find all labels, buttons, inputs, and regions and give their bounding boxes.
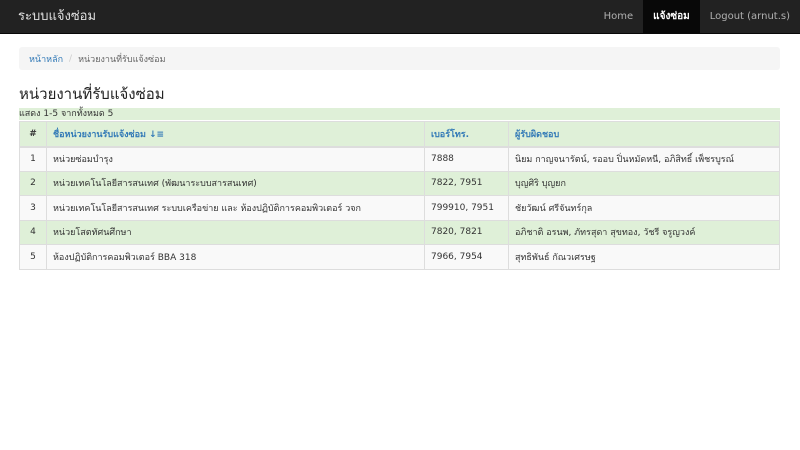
result-summary: แสดง 1-5 จากทั้งหมด 5: [19, 108, 780, 120]
department-phone: 7966, 7954: [424, 244, 509, 270]
column-header-responsible[interactable]: ผู้รับผิดชอบ: [508, 121, 780, 148]
table-row: 3 หน่วยเทคโนโลยีสารสนเทศ ระบบเครือข่าย แ…: [19, 195, 780, 221]
department-name: หน่วยเทคโนโลยีสารสนเทศ (พัฒนาระบบสารสนเท…: [46, 170, 425, 196]
sort-by-name-link[interactable]: ชื่อหน่วยงานรับแจ้งซ่อม ↓≡: [53, 130, 164, 140]
department-responsible: นิยม กาญจนารัตน์, รออบ ปิ่นหมัดหนี, อภิส…: [508, 146, 780, 172]
breadcrumb-home-link[interactable]: หน้าหลัก: [29, 52, 63, 66]
column-header-phone[interactable]: เบอร์โทร.: [424, 121, 509, 148]
department-phone: 7820, 7821: [424, 219, 509, 245]
department-phone: 799910, 7951: [424, 195, 509, 221]
breadcrumb-separator: /: [69, 53, 73, 64]
row-number: 3: [19, 195, 47, 221]
department-name: หน่วยโสตทัศนศึกษา: [46, 219, 425, 245]
nav-home[interactable]: Home: [594, 0, 644, 34]
top-navbar: ระบบแจ้งซ่อม Home แจ้งซ่อม Logout (arnut…: [0, 0, 800, 34]
brand-link[interactable]: ระบบแจ้งซ่อม: [18, 0, 96, 34]
nav-repair-request[interactable]: แจ้งซ่อม: [643, 0, 700, 34]
column-header-number: #: [19, 121, 47, 148]
department-name: หน่วยซ่อมบำรุง: [46, 146, 425, 172]
department-name: หน่วยเทคโนโลยีสารสนเทศ ระบบเครือข่าย และ…: [46, 195, 425, 221]
breadcrumb-current: หน่วยงานที่รับแจ้งซ่อม: [78, 54, 166, 65]
column-header-name-label: ชื่อหน่วยงานรับแจ้งซ่อม: [53, 129, 146, 140]
table-row: 1 หน่วยซ่อมบำรุง 7888 นิยม กาญจนารัตน์, …: [19, 146, 780, 172]
table-header-row: # ชื่อหน่วยงานรับแจ้งซ่อม ↓≡ เบอร์โทร. ผู…: [19, 121, 780, 148]
department-phone: 7822, 7951: [424, 170, 509, 196]
sort-alpha-icon: ↓≡: [149, 129, 165, 140]
row-number: 2: [19, 170, 47, 196]
departments-table: # ชื่อหน่วยงานรับแจ้งซ่อม ↓≡ เบอร์โทร. ผู…: [19, 121, 780, 270]
navbar-menu: Home แจ้งซ่อม Logout (arnut.s): [594, 0, 800, 34]
sort-by-phone-link[interactable]: เบอร์โทร.: [431, 130, 469, 140]
row-number: 1: [19, 146, 47, 172]
sort-by-responsible-link[interactable]: ผู้รับผิดชอบ: [515, 130, 559, 140]
nav-logout[interactable]: Logout (arnut.s): [700, 0, 800, 34]
department-responsible: อภิชาติ อรนพ, ภัทรสุดา สุขทอง, วัชรี จรู…: [508, 219, 780, 245]
row-number: 5: [19, 244, 47, 270]
table-row: 2 หน่วยเทคโนโลยีสารสนเทศ (พัฒนาระบบสารสน…: [19, 170, 780, 196]
department-responsible: บุญศิริ บุญยก: [508, 170, 780, 196]
department-phone: 7888: [424, 146, 509, 172]
department-responsible: ชัยวัฒน์ ศรีจันทร์กุล: [508, 195, 780, 221]
table-row: 5 ห้องปฏิบัติการคอมพิวเตอร์ BBA 318 7966…: [19, 244, 780, 270]
department-responsible: สุทธิพันธ์ กัณวเศรษฐ: [508, 244, 780, 270]
department-name: ห้องปฏิบัติการคอมพิวเตอร์ BBA 318: [46, 244, 425, 270]
page-title: หน่วยงานที่รับแจ้งซ่อม: [19, 85, 165, 103]
table-row: 4 หน่วยโสตทัศนศึกษา 7820, 7821 อภิชาติ อ…: [19, 219, 780, 245]
column-header-name[interactable]: ชื่อหน่วยงานรับแจ้งซ่อม ↓≡: [46, 121, 425, 148]
breadcrumb: หน้าหลัก / หน่วยงานที่รับแจ้งซ่อม: [19, 47, 780, 70]
row-number: 4: [19, 219, 47, 245]
